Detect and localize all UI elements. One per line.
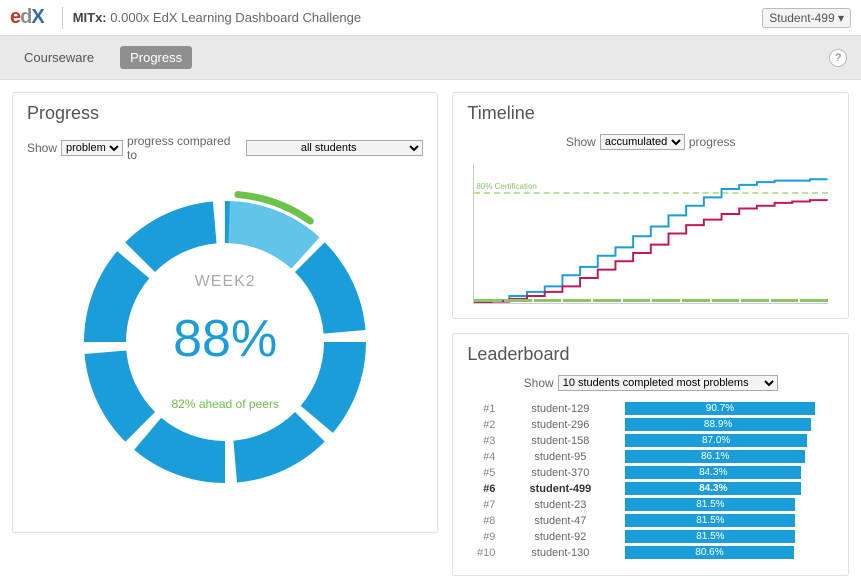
leaderboard-row: #2student-29688.9%	[467, 417, 834, 432]
metric-select[interactable]: problem	[61, 140, 123, 156]
student-selector[interactable]: Student-499 ▾	[762, 8, 851, 28]
leaderboard-name: student-296	[495, 419, 625, 431]
leaderboard-row: #5student-37084.3%	[467, 465, 834, 480]
course-prefix: MITx:	[73, 10, 107, 25]
course-title: MITx: 0.000x EdX Learning Dashboard Chal…	[73, 10, 361, 25]
leaderboard-name: student-499	[495, 483, 625, 495]
leaderboard-rank: #7	[467, 499, 495, 511]
threshold-line	[474, 192, 828, 194]
leaderboard-bar: 86.1%	[625, 450, 805, 463]
tab-progress[interactable]: Progress	[120, 46, 192, 69]
timeline-controls: Show accumulated progress	[453, 128, 848, 160]
timeline-panel: Timeline Show accumulated progress 80% C…	[452, 92, 849, 319]
leaderboard-controls: Show 10 students completed most problems	[453, 369, 848, 401]
leaderboard-bar: 90.7%	[625, 402, 814, 415]
leaderboard-bar-cell: 86.1%	[625, 450, 834, 463]
chevron-down-icon: ▾	[838, 11, 844, 25]
leaderboard-title: Leaderboard	[453, 334, 848, 369]
leaderboard-rank: #9	[467, 531, 495, 543]
leaderboard-row: #4student-9586.1%	[467, 449, 834, 464]
show-label: Show	[27, 141, 57, 155]
leaderboard-bar: 81.5%	[625, 498, 795, 511]
tab-courseware[interactable]: Courseware	[14, 46, 104, 69]
leaderboard-panel: Leaderboard Show 10 students completed m…	[452, 333, 849, 576]
student-selector-label: Student-499	[769, 11, 834, 25]
donut-percent: 88%	[173, 309, 277, 369]
timeline-title: Timeline	[453, 93, 848, 128]
leaderboard-rank: #5	[467, 467, 495, 479]
leaderboard-bar-cell: 84.3%	[625, 466, 834, 479]
leaderboard-rank: #6	[467, 483, 495, 495]
leaderboard-rank: #1	[467, 403, 495, 415]
leaderboard-name: student-47	[495, 515, 625, 527]
leaderboard-row: #3student-15887.0%	[467, 433, 834, 448]
progress-controls: Show problem progress compared to all st…	[13, 128, 437, 172]
leaderboard-row: #9student-9281.5%	[467, 529, 834, 544]
leaderboard-rank: #2	[467, 419, 495, 431]
top-bar: edX MITx: 0.000x EdX Learning Dashboard …	[0, 0, 861, 36]
timeline-baseline	[474, 297, 828, 303]
leaderboard-body: #1student-12990.7%#2student-29688.9%#3st…	[453, 401, 848, 575]
leaderboard-name: student-129	[495, 403, 625, 415]
leaderboard-bar: 84.3%	[625, 482, 801, 495]
leaderboard-bar-cell: 87.0%	[625, 434, 834, 447]
donut-week-label: WEEK2	[195, 273, 256, 291]
leaderboard-row: #6student-49984.3%	[467, 481, 834, 496]
edx-logo: edX	[10, 6, 44, 29]
leaderboard-bar-cell: 90.7%	[625, 402, 834, 415]
leaderboard-rank: #10	[467, 547, 495, 559]
leaderboard-filter-select[interactable]: 10 students completed most problems	[558, 375, 778, 391]
timeline-chart: 80% Certification	[473, 164, 828, 304]
main-area: Progress Show problem progress compared …	[0, 80, 861, 588]
timeline-series-you	[474, 179, 828, 303]
leaderboard-bar-cell: 81.5%	[625, 498, 834, 511]
help-icon: ?	[835, 52, 841, 64]
donut-center: WEEK2 88% 82% ahead of peers	[55, 172, 395, 512]
leaderboard-bar: 81.5%	[625, 530, 795, 543]
leaderboard-name: student-158	[495, 435, 625, 447]
compare-label: progress compared to	[127, 134, 242, 162]
leaderboard-row: #8student-4781.5%	[467, 513, 834, 528]
leaderboard-bar-cell: 88.9%	[625, 418, 834, 431]
leaderboard-name: student-92	[495, 531, 625, 543]
leaderboard-bar: 81.5%	[625, 514, 795, 527]
leaderboard-rank: #3	[467, 435, 495, 447]
leaderboard-bar-cell: 81.5%	[625, 530, 834, 543]
leaderboard-bar: 84.3%	[625, 466, 801, 479]
leaderboard-bar-cell: 81.5%	[625, 514, 834, 527]
leaderboard-name: student-130	[495, 547, 625, 559]
help-button[interactable]: ?	[829, 49, 847, 67]
peers-select[interactable]: all students	[246, 140, 423, 156]
leaderboard-name: student-370	[495, 467, 625, 479]
progress-panel: Progress Show problem progress compared …	[12, 92, 438, 533]
leaderboard-bar: 88.9%	[625, 418, 810, 431]
timeline-show-label: Show	[566, 135, 596, 149]
leaderboard-show-label: Show	[524, 376, 554, 390]
timeline-mode-select[interactable]: accumulated	[600, 134, 685, 150]
course-name: 0.000x EdX Learning Dashboard Challenge	[110, 10, 361, 25]
leaderboard-bar: 87.0%	[625, 434, 807, 447]
timeline-series-peers	[474, 200, 828, 303]
donut-peers-text: 82% ahead of peers	[171, 397, 278, 411]
divider	[62, 7, 63, 29]
leaderboard-rank: #8	[467, 515, 495, 527]
leaderboard-bar-cell: 84.3%	[625, 482, 834, 495]
leaderboard-row: #7student-2381.5%	[467, 497, 834, 512]
progress-donut: WEEK2 88% 82% ahead of peers	[55, 172, 395, 512]
leaderboard-row: #1student-12990.7%	[467, 401, 834, 416]
progress-title: Progress	[13, 93, 437, 128]
leaderboard-rank: #4	[467, 451, 495, 463]
timeline-progress-label: progress	[689, 135, 736, 149]
leaderboard-name: student-95	[495, 451, 625, 463]
tabs-bar: Courseware Progress ?	[0, 36, 861, 80]
threshold-label: 80% Certification	[476, 182, 536, 191]
leaderboard-row: #10student-13080.6%	[467, 545, 834, 560]
leaderboard-name: student-23	[495, 499, 625, 511]
